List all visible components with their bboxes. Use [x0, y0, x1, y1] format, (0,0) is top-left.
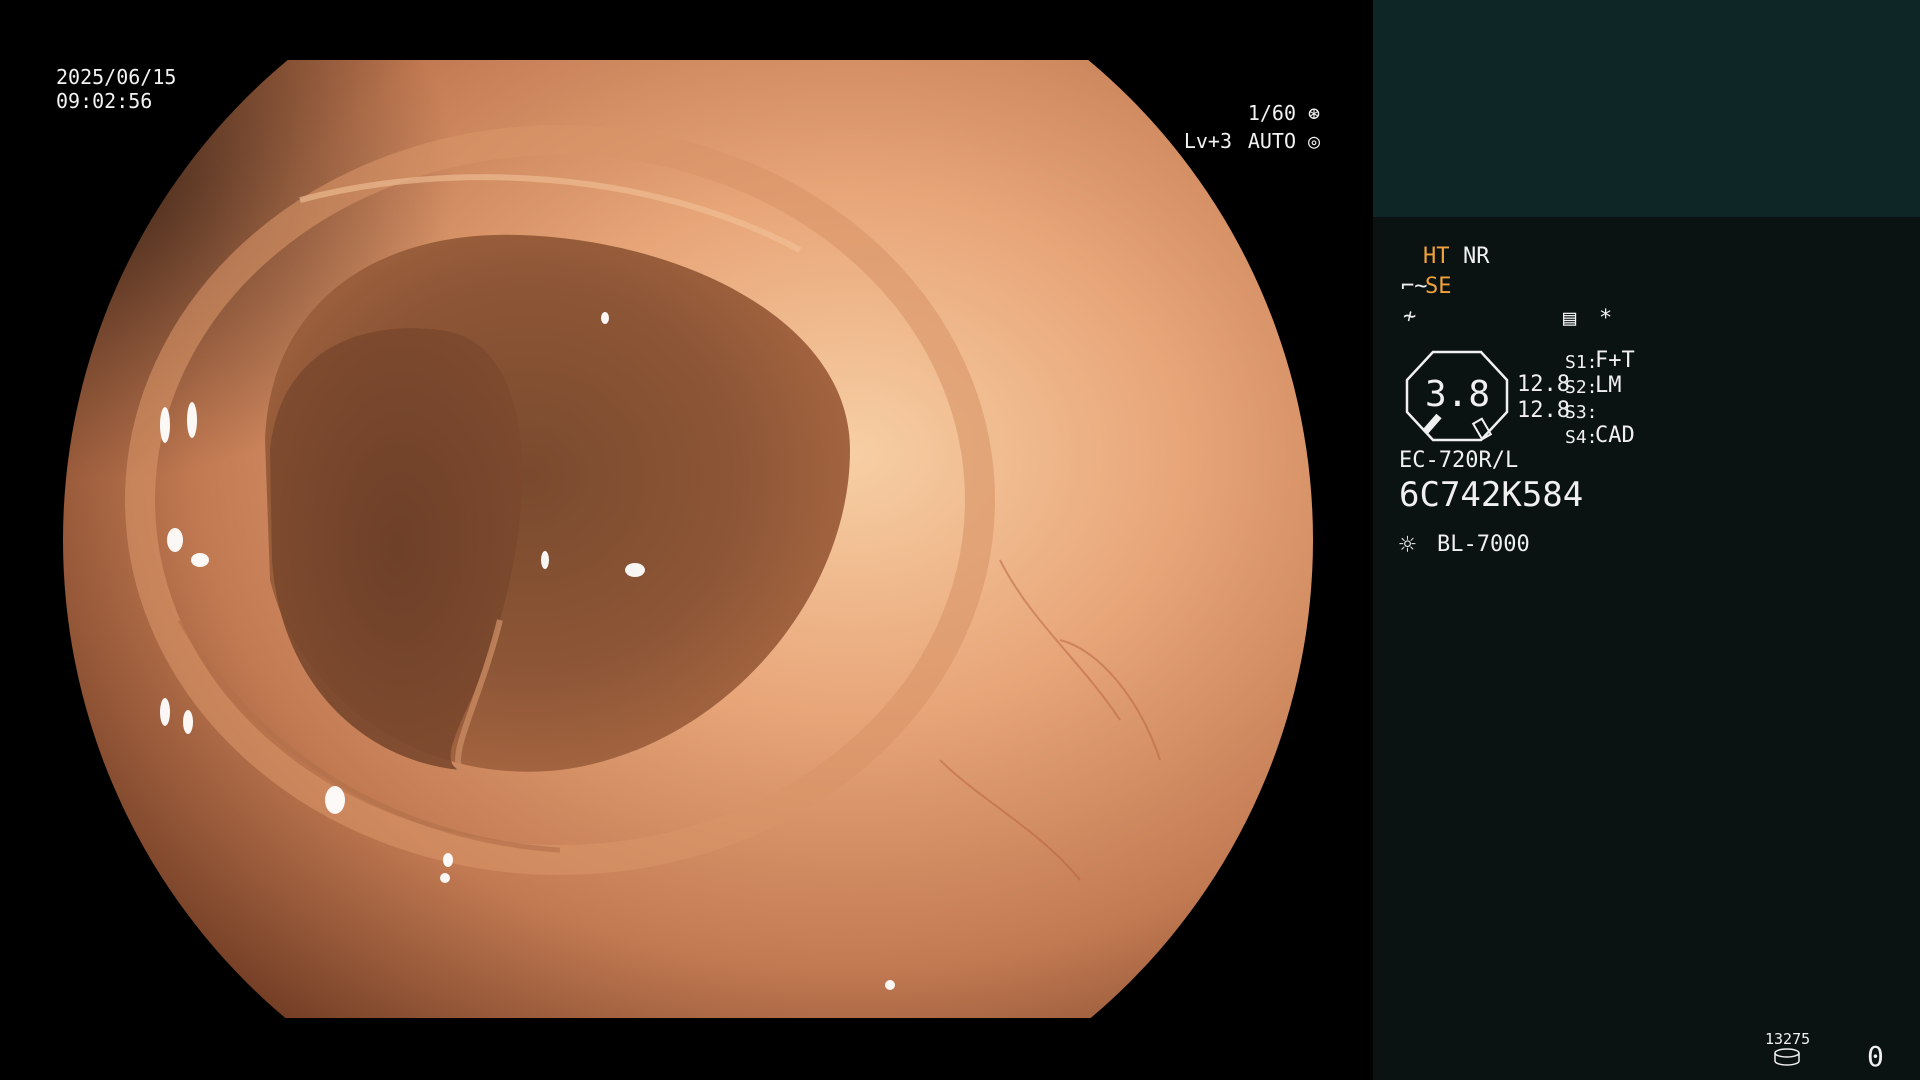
- asterisk-indicator: *: [1599, 306, 1613, 331]
- colon-lumen-image: [63, 60, 1313, 1018]
- iris-mode-label: AUTO: [1247, 129, 1296, 153]
- scope-serial-label: 6C742K584: [1399, 475, 1584, 515]
- switch-key: S4:: [1565, 427, 1598, 448]
- storage-count-label: 13275: [1765, 1030, 1811, 1048]
- iris-icon: ◎: [1307, 129, 1320, 153]
- light-source-icon: ☼: [1399, 528, 1416, 561]
- switch-key: S1:: [1565, 352, 1598, 373]
- panel-header-area: [1373, 0, 1920, 217]
- gauge-value-2: 12.8: [1517, 398, 1570, 423]
- ht-indicator: HT: [1423, 244, 1450, 269]
- time-label: 09:02:56: [56, 89, 153, 113]
- capture-count-label: 0: [1867, 1040, 1884, 1073]
- switch-value: CAD: [1595, 423, 1635, 448]
- gauge-value: 3.8: [1425, 374, 1491, 415]
- endoscope-image-view: 2025/06/15 09:02:56 1/60 ⊛ Lv+3 AUTO ◎: [0, 0, 1372, 1080]
- flash-icon: ≁: [1403, 304, 1417, 329]
- document-icon: ▤: [1563, 306, 1577, 331]
- scope-model-label: EC-720R/L: [1399, 448, 1519, 473]
- gauge-value-1: 12.8: [1517, 372, 1570, 397]
- shutter-icon: ⊛: [1307, 101, 1320, 125]
- switch-value: F+T: [1595, 348, 1635, 373]
- date-label: 2025/06/15: [56, 65, 177, 89]
- light-source-label: BL-7000: [1437, 532, 1530, 557]
- switch-key: S3:: [1565, 402, 1598, 423]
- switch-value: LM: [1595, 373, 1622, 398]
- brightness-level-label: Lv+3: [1183, 129, 1232, 153]
- switch-key: S2:: [1565, 377, 1598, 398]
- info-panel: HT NR ⌐~ SE ≁ ▤ * 3.8 12.8 12.8 S1: F+T …: [1373, 0, 1920, 1080]
- shutter-speed-label: 1/60: [1247, 101, 1296, 125]
- structure-enhance-icon: ⌐~: [1401, 274, 1428, 299]
- nr-indicator: NR: [1463, 244, 1490, 269]
- se-indicator: SE: [1425, 274, 1452, 299]
- storage-disk-icon: [1774, 1048, 1800, 1066]
